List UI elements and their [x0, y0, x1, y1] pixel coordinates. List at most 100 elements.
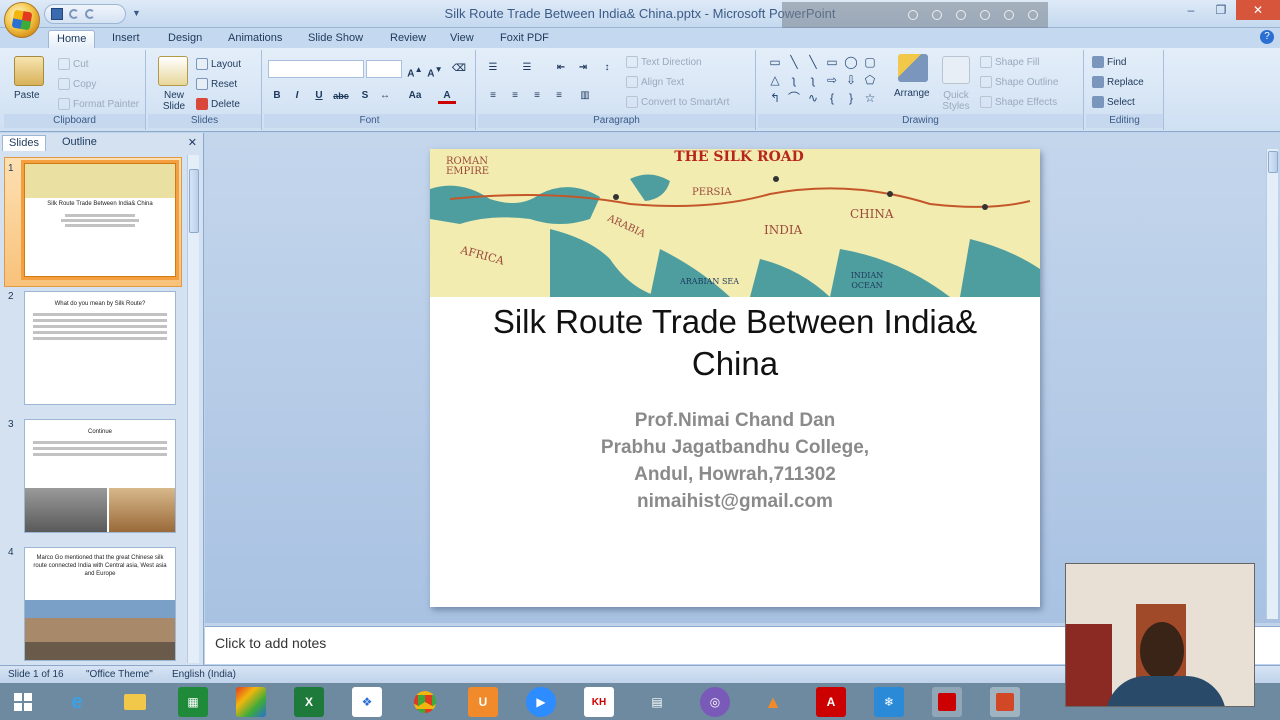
- decrease-indent-icon[interactable]: ⇤: [552, 60, 570, 76]
- slide-title[interactable]: Silk Route Trade Between India& China: [450, 301, 1020, 385]
- shape-outline-button[interactable]: Shape Outline: [980, 76, 1058, 88]
- layout-button[interactable]: Layout: [196, 58, 241, 70]
- close-button[interactable]: ✕: [1236, 0, 1280, 20]
- office-button[interactable]: [4, 2, 40, 38]
- powerpoint-icon[interactable]: [990, 687, 1020, 717]
- app-icon[interactable]: ◎: [700, 687, 730, 717]
- shape-effects-button[interactable]: Shape Effects: [980, 96, 1057, 108]
- slides-scrollbar[interactable]: [187, 155, 199, 663]
- scrollbar-thumb[interactable]: [189, 169, 199, 233]
- toolbar-icon[interactable]: [956, 10, 966, 20]
- bullets-icon[interactable]: ☰: [484, 60, 502, 76]
- help-icon[interactable]: ?: [1260, 30, 1274, 44]
- toolbar-icon[interactable]: [1004, 10, 1014, 20]
- curve-shape-icon[interactable]: ⌒: [785, 90, 803, 107]
- toolbar-icon[interactable]: [908, 10, 918, 20]
- slide-thumbnail-3[interactable]: Continue: [24, 419, 176, 533]
- connector-shape-icon[interactable]: ʅ: [785, 72, 803, 89]
- select-button[interactable]: Select: [1092, 96, 1135, 108]
- spacing-icon[interactable]: ↔: [376, 88, 394, 104]
- acrobat-icon[interactable]: A: [816, 687, 846, 717]
- tab-home[interactable]: Home: [48, 30, 96, 48]
- freeform-shape-icon[interactable]: ∿: [804, 90, 822, 107]
- file-explorer-icon[interactable]: [120, 687, 150, 717]
- font-size-select[interactable]: [366, 60, 402, 78]
- change-case-icon[interactable]: Aa: [406, 88, 424, 104]
- convert-smartart-button[interactable]: Convert to SmartArt: [626, 96, 729, 108]
- strikethrough-icon[interactable]: abc: [332, 88, 350, 104]
- slide-subtitle[interactable]: Prof.Nimai Chand Dan Prabhu Jagatbandhu …: [450, 407, 1020, 515]
- line-shape-icon[interactable]: ╲: [785, 54, 803, 71]
- quick-styles-button[interactable]: Quick Styles: [938, 90, 974, 112]
- uc-browser-icon[interactable]: U: [468, 687, 498, 717]
- quick-styles-icon[interactable]: [942, 56, 970, 84]
- increase-indent-icon[interactable]: ⇥: [574, 60, 592, 76]
- paste-icon[interactable]: [14, 56, 44, 86]
- tab-foxit-pdf[interactable]: Foxit PDF: [492, 30, 557, 48]
- triangle-shape-icon[interactable]: △: [766, 72, 784, 89]
- shape-fill-button[interactable]: Shape Fill: [980, 56, 1039, 68]
- slide-thumbnail-1[interactable]: Silk Route Trade Between India& China: [21, 160, 179, 280]
- arrow-shape-icon[interactable]: ⇩: [842, 72, 860, 89]
- vlc-icon[interactable]: ▲: [758, 687, 788, 717]
- tab-outline[interactable]: Outline: [56, 135, 103, 151]
- format-painter-button[interactable]: Format Painter: [58, 98, 139, 110]
- brace-shape-icon[interactable]: }: [842, 90, 860, 107]
- italic-icon[interactable]: I: [288, 88, 306, 104]
- tab-view[interactable]: View: [442, 30, 482, 48]
- store-icon[interactable]: ▦: [178, 687, 208, 717]
- excel-icon[interactable]: X: [294, 687, 324, 717]
- chrome-icon[interactable]: [410, 687, 440, 717]
- rounded-rect-shape-icon[interactable]: ▢: [861, 54, 879, 71]
- align-text-button[interactable]: Align Text: [626, 76, 684, 88]
- current-slide[interactable]: THE SILK ROAD ROMAN EMPIRE AFRICA ARABIA…: [430, 149, 1040, 607]
- line-shape-icon[interactable]: ╲: [804, 54, 822, 71]
- underline-icon[interactable]: U: [310, 88, 328, 104]
- arrange-icon[interactable]: [898, 54, 928, 82]
- connector-shape-icon[interactable]: ʅ: [804, 72, 822, 89]
- kh-app-icon[interactable]: KH: [584, 687, 614, 717]
- toolbar-icon[interactable]: [980, 10, 990, 20]
- rectangle-shape-icon[interactable]: ▭: [823, 54, 841, 71]
- oval-shape-icon[interactable]: ◯: [842, 54, 860, 71]
- notepad-icon[interactable]: ▤: [642, 687, 672, 717]
- font-color-icon[interactable]: A: [438, 88, 456, 104]
- find-button[interactable]: Find: [1092, 56, 1126, 68]
- zoom-icon[interactable]: ▶: [526, 687, 556, 717]
- tab-design[interactable]: Design: [160, 30, 210, 48]
- curve-shape-icon[interactable]: ↰: [766, 90, 784, 107]
- tab-review[interactable]: Review: [382, 30, 434, 48]
- tab-animations[interactable]: Animations: [220, 30, 290, 48]
- clear-formatting-icon[interactable]: ⌫: [450, 61, 468, 77]
- new-slide-button[interactable]: New Slide: [156, 90, 192, 112]
- recorder-icon[interactable]: [932, 687, 962, 717]
- arrow-shape-icon[interactable]: ⇨: [823, 72, 841, 89]
- snowflake-app-icon[interactable]: ❄: [874, 687, 904, 717]
- restore-button[interactable]: ❐: [1206, 0, 1236, 20]
- tab-slides[interactable]: Slides: [2, 135, 46, 151]
- start-button[interactable]: [8, 687, 38, 717]
- star-shape-icon[interactable]: ☆: [861, 90, 879, 107]
- line-spacing-icon[interactable]: ↕: [598, 60, 616, 76]
- pentagon-shape-icon[interactable]: ⬠: [861, 72, 879, 89]
- columns-icon[interactable]: ▥: [576, 88, 594, 104]
- shrink-font-icon[interactable]: A▼: [426, 61, 444, 79]
- scrollbar-thumb[interactable]: [1268, 151, 1278, 173]
- delete-button[interactable]: Delete: [196, 98, 240, 110]
- cut-button[interactable]: Cut: [58, 58, 89, 70]
- bold-icon[interactable]: B: [268, 88, 286, 104]
- internet-explorer-icon[interactable]: e: [62, 687, 92, 717]
- arrange-button[interactable]: Arrange: [894, 88, 930, 99]
- textbox-shape-icon[interactable]: ▭: [766, 54, 784, 71]
- new-slide-icon[interactable]: [158, 56, 188, 86]
- numbering-icon[interactable]: ☰: [518, 60, 536, 76]
- brace-shape-icon[interactable]: {: [823, 90, 841, 107]
- canvas-scrollbar[interactable]: [1266, 149, 1278, 619]
- language-indicator[interactable]: English (India): [172, 669, 236, 680]
- justify-icon[interactable]: ≡: [550, 88, 568, 104]
- minimize-button[interactable]: –: [1176, 0, 1206, 20]
- font-family-select[interactable]: [268, 60, 364, 78]
- shapes-gallery[interactable]: ▭ ╲ ╲ ▭ ◯ ▢ △ ʅ ʅ ⇨ ⇩ ⬠ ↰ ⌒ ∿{} ☆: [766, 54, 882, 108]
- photos-icon[interactable]: [236, 687, 266, 717]
- reset-button[interactable]: Reset: [196, 78, 237, 90]
